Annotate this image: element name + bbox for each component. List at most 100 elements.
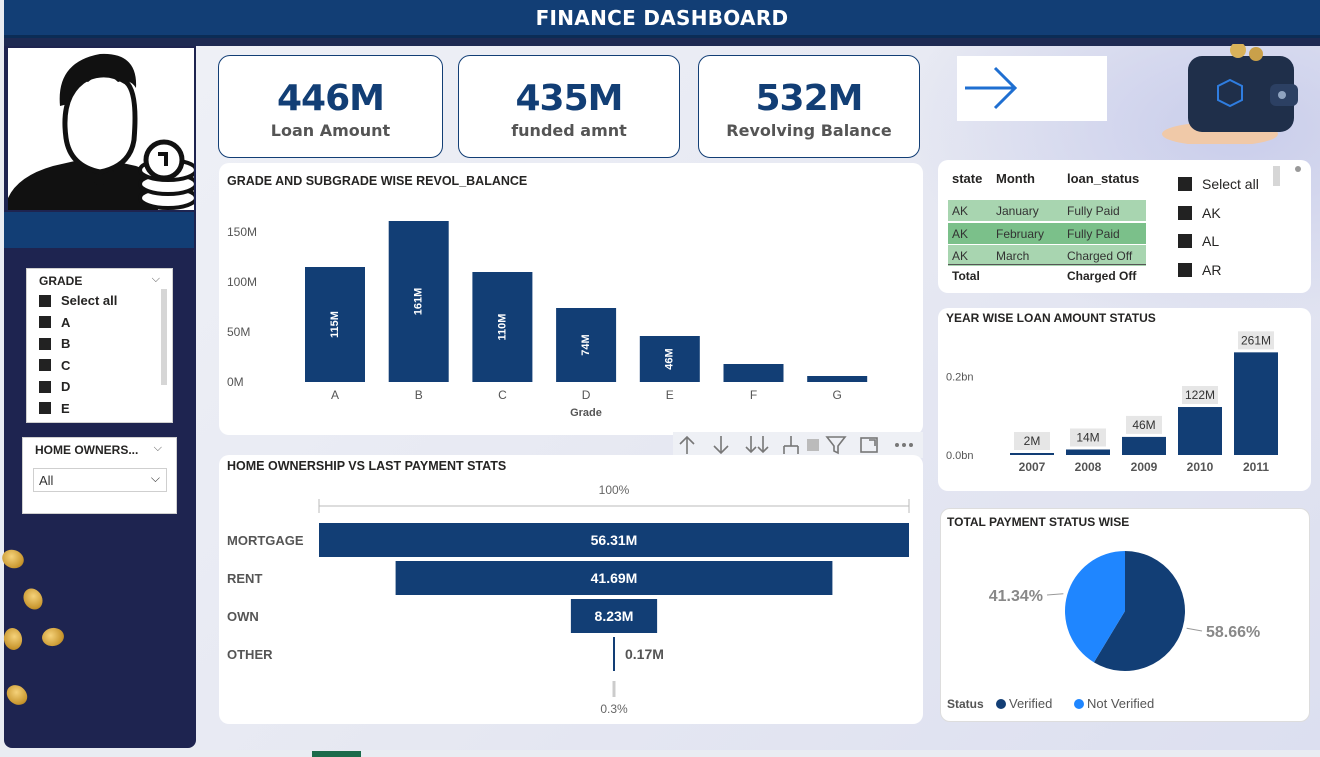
bar-F[interactable] bbox=[723, 364, 784, 382]
bar-G[interactable] bbox=[807, 376, 868, 382]
table-header-state[interactable]: state bbox=[952, 171, 982, 186]
grade-slicer-item-label: Select all bbox=[61, 293, 118, 309]
kpi-card-loan-amount[interactable]: 446M Loan Amount bbox=[218, 55, 443, 158]
state-slicer-item-label: Select all bbox=[1202, 176, 1259, 193]
y-tick-label: 0.2bn bbox=[946, 371, 974, 383]
x-tick-label: 2011 bbox=[1243, 460, 1269, 474]
filter-icon[interactable] bbox=[825, 436, 847, 455]
x-tick-label: 2009 bbox=[1131, 460, 1158, 474]
x-tick-label: E bbox=[666, 388, 674, 402]
wallet-illustration bbox=[1160, 42, 1320, 146]
home-ownership-payment-card[interactable]: HOME OWNERSHIP VS LAST PAYMENT STATS 100… bbox=[219, 455, 923, 724]
grade-slicer-item[interactable]: Select all bbox=[39, 290, 117, 312]
table-cell: AK bbox=[952, 226, 969, 241]
data-label: 74M bbox=[580, 334, 592, 355]
state-slicer-item[interactable]: AR bbox=[1178, 256, 1259, 285]
double-arrow-down-icon[interactable] bbox=[745, 436, 769, 454]
grade-slicer-item-label: D bbox=[61, 379, 71, 395]
table-cell: Charged Off bbox=[1067, 249, 1133, 263]
checkbox[interactable] bbox=[39, 380, 51, 393]
top-strip bbox=[4, 38, 1320, 46]
state-slicer-list: Select all AK AL AR bbox=[1178, 170, 1259, 284]
state-slicer-item-label: AK bbox=[1202, 204, 1221, 221]
state-slicer-item-label: AL bbox=[1202, 233, 1220, 250]
pie-data-label: 58.66% bbox=[1206, 624, 1260, 641]
checkbox[interactable] bbox=[1178, 205, 1192, 220]
x-tick-label: C bbox=[498, 388, 507, 402]
table-header-month[interactable]: Month bbox=[996, 171, 1035, 186]
payment-status-pie-chart: 58.66% 41.34% Status Verified Not Verified bbox=[947, 551, 1260, 711]
wallet-icon bbox=[1162, 42, 1298, 146]
state-slicer-scroll-dot[interactable] bbox=[1295, 166, 1301, 172]
data-label: 41.69M bbox=[591, 570, 638, 586]
data-label: 161M bbox=[413, 288, 425, 316]
bar-2008[interactable] bbox=[1066, 449, 1110, 455]
table-cell: Fully Paid bbox=[1067, 204, 1120, 218]
focus-mode-icon[interactable] bbox=[807, 439, 819, 451]
legend-label[interactable]: Verified bbox=[1009, 696, 1052, 711]
home-ownership-dropdown[interactable]: All ⌵ bbox=[33, 468, 167, 492]
y-tick-label: 100M bbox=[227, 275, 257, 289]
chevron-down-icon[interactable]: ⌵ bbox=[152, 272, 160, 286]
state-slicer-item[interactable]: Select all bbox=[1178, 170, 1259, 199]
table-cell: March bbox=[996, 249, 1030, 263]
funnel-bottom-label: 0.3% bbox=[600, 702, 628, 716]
bar-2009[interactable] bbox=[1122, 436, 1166, 455]
table-header-loan-status[interactable]: loan_status bbox=[1067, 171, 1139, 186]
kpi-card-funded-amount[interactable]: 435M funded amnt bbox=[458, 55, 680, 158]
bar-2010[interactable] bbox=[1178, 407, 1222, 455]
x-tick-label: G bbox=[833, 388, 842, 402]
state-slicer-item[interactable]: AK bbox=[1178, 199, 1259, 228]
bar-2007[interactable] bbox=[1010, 453, 1054, 455]
legend-label[interactable]: Not Verified bbox=[1087, 696, 1154, 711]
table-total-divider bbox=[948, 264, 1146, 265]
x-tick-label: 2007 bbox=[1019, 460, 1046, 474]
grade-slicer-item[interactable]: B bbox=[39, 333, 117, 355]
grade-slicer-scrollbar[interactable] bbox=[161, 289, 167, 385]
more-options-icon[interactable] bbox=[895, 443, 914, 448]
checkbox[interactable] bbox=[39, 337, 51, 350]
payment-status-card[interactable]: TOTAL PAYMENT STATUS WISE 58.66% 41.34% St… bbox=[940, 508, 1310, 722]
grade-slicer: GRADE ⌵ Select all A B C D E bbox=[26, 268, 173, 423]
checkbox[interactable] bbox=[1178, 234, 1192, 249]
grade-slicer-item[interactable]: D bbox=[39, 376, 117, 398]
page-tab-indicator[interactable] bbox=[312, 751, 361, 757]
legend-marker[interactable] bbox=[996, 699, 1006, 709]
checkbox[interactable] bbox=[1178, 177, 1192, 192]
legend-marker[interactable] bbox=[1074, 699, 1084, 709]
table-cell: AK bbox=[952, 204, 969, 218]
kpi-value: 532M bbox=[755, 78, 864, 119]
kpi-card-revolving-balance[interactable]: 532M Revolving Balance bbox=[698, 55, 920, 158]
checkbox[interactable] bbox=[39, 294, 51, 307]
navigation-arrow-button[interactable] bbox=[957, 56, 1107, 121]
grade-slicer-item[interactable]: C bbox=[39, 355, 117, 377]
checkbox[interactable] bbox=[39, 402, 51, 415]
year-loan-amount-card[interactable]: YEAR WISE LOAN AMOUNT STATUS 0.0bn 0.2bn 2… bbox=[938, 308, 1311, 491]
data-label: 8.23M bbox=[595, 608, 634, 624]
data-label: 2M bbox=[1024, 434, 1041, 448]
grade-slicer-item[interactable]: E bbox=[39, 398, 117, 420]
chevron-down-icon[interactable]: ⌵ bbox=[154, 441, 162, 455]
grade-slicer-item-label: A bbox=[61, 314, 71, 330]
person-coins-icon bbox=[8, 53, 194, 210]
checkbox[interactable] bbox=[1178, 262, 1192, 277]
funnel-bar-other[interactable] bbox=[613, 637, 615, 671]
checkbox[interactable] bbox=[39, 316, 51, 329]
state-slicer-item[interactable]: AL bbox=[1178, 227, 1259, 256]
y-tick-label: 150M bbox=[227, 225, 257, 239]
arrow-down-icon[interactable] bbox=[713, 436, 729, 455]
grade-slicer-item[interactable]: A bbox=[39, 312, 117, 334]
table-cell: AK bbox=[952, 249, 969, 263]
grade-slicer-list: Select all A B C D E bbox=[39, 290, 117, 419]
x-tick-label: 2010 bbox=[1187, 460, 1214, 474]
bar-2011[interactable] bbox=[1234, 352, 1278, 455]
category-label: OTHER bbox=[227, 647, 273, 662]
arrow-up-icon[interactable] bbox=[679, 435, 695, 454]
grade-bar-chart: 0M 50M 100M 150M A 115M B 161M C 110M D 74M E 46M F G Gr… bbox=[227, 221, 868, 419]
state-slicer-scrollbar[interactable] bbox=[1273, 166, 1280, 186]
expand-hierarchy-icon[interactable] bbox=[783, 436, 799, 454]
table-total-value: Charged Off bbox=[1067, 269, 1137, 283]
checkbox[interactable] bbox=[39, 359, 51, 372]
expand-icon[interactable] bbox=[860, 437, 878, 453]
grade-revol-balance-card[interactable]: GRADE AND SUBGRADE WISE REVOL_BALANCE 0M… bbox=[219, 163, 923, 435]
